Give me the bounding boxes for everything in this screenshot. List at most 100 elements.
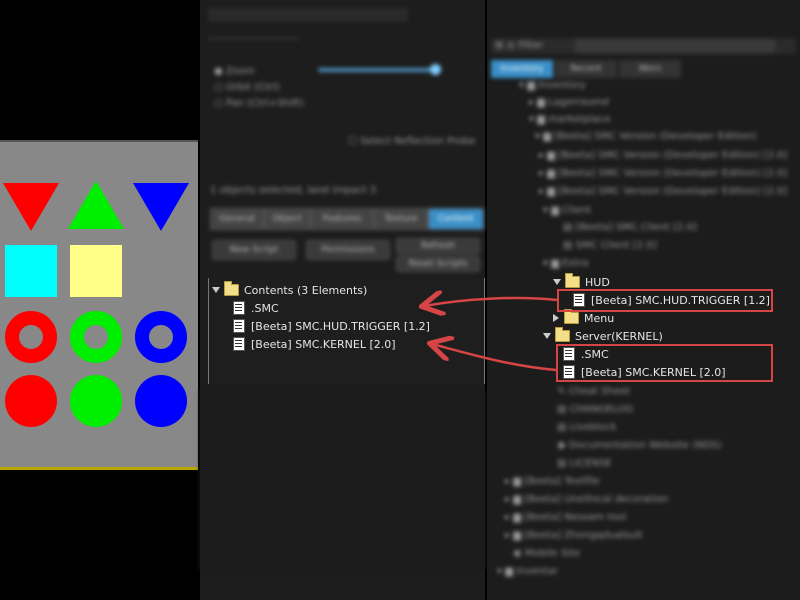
new-script-button[interactable]: New Script xyxy=(212,240,296,260)
tree-row[interactable]: ▾ ▆ [Beeta] SMC Version (Developer Editi… xyxy=(535,131,756,142)
filter-label-text: Filter xyxy=(518,40,544,51)
tree-row-label: Client xyxy=(562,205,592,216)
tree-row-label: Extra xyxy=(562,258,589,269)
expand-arrow-icon[interactable] xyxy=(212,287,220,293)
tree-row-label: [Beeta] Textfile xyxy=(524,476,600,487)
blue-circle-icon xyxy=(135,375,187,427)
tree-row[interactable]: ▸ ▆ [Beeta] Nessam tool xyxy=(505,512,626,523)
tree-row[interactable]: ▤ SMC Client [2.0] xyxy=(563,240,657,251)
tree-row[interactable]: ▸ ▆ [Beeta] Textfile xyxy=(505,476,600,487)
selection-status: 1 objects selected, land impact 3 xyxy=(210,185,377,196)
contents-item[interactable]: [Beeta] SMC.HUD.TRIGGER [1.2] xyxy=(233,317,430,335)
green-triangle-up-icon xyxy=(68,181,124,229)
tree-row[interactable]: ▤ Liveblock xyxy=(557,422,617,433)
reset-scripts-button[interactable]: Reset Scripts xyxy=(396,256,480,272)
script-icon xyxy=(233,301,245,315)
tree-row-label: [Beeta] Nessam tool xyxy=(524,512,627,523)
radio-pan-label: Pan (Ctrl+Shift) xyxy=(225,98,304,109)
reflection-probe-label: Select Reflection Probe xyxy=(360,136,476,147)
highlight-box-hud-trigger xyxy=(557,289,773,312)
tree-row[interactable]: ▾ ▆ marketplace xyxy=(529,114,610,125)
zoom-slider[interactable] xyxy=(318,68,438,72)
expand-arrow-icon[interactable] xyxy=(543,333,551,339)
radio-orbit-label: Orbit (Ctrl) xyxy=(225,82,280,93)
tab-features[interactable]: Features xyxy=(310,208,374,230)
folder-open-icon xyxy=(565,273,580,288)
tree-row-label: [Beeta] SMC Version (Developer Edition) … xyxy=(558,186,788,197)
tree-row-label: [Beeta] Unethical decoration xyxy=(524,494,669,505)
contents-item-label: [Beeta] SMC.KERNEL [2.0] xyxy=(251,337,396,351)
green-ring-icon xyxy=(70,311,122,363)
tab-content[interactable]: Content xyxy=(428,208,484,230)
build-blurred-bottom xyxy=(200,390,485,570)
refresh-button[interactable]: Refresh xyxy=(396,238,480,254)
tree-row[interactable]: ▸ ▆ [Beeta] SMC Version (Developer Editi… xyxy=(539,150,787,161)
red-circle-icon xyxy=(5,375,57,427)
tree-row[interactable]: ▤ [Beeta] SMC.Client [2.0] xyxy=(563,222,697,233)
tree-row-label: Mobile Site xyxy=(524,548,581,559)
script-icon xyxy=(233,319,245,333)
tree-row-label: Documentation Website (NDS) xyxy=(568,440,722,451)
tab-texture[interactable]: Texture xyxy=(374,208,428,230)
tree-row[interactable]: ◉ Mobile Site xyxy=(513,548,580,559)
tree-folder-label: HUD xyxy=(585,275,610,289)
tree-row[interactable]: ▸ ▆ [Beeta] Unethical decoration xyxy=(505,494,668,505)
tree-row-label: SMC Client [2.0] xyxy=(575,240,657,251)
tree-row-label: LICENSE xyxy=(569,458,612,469)
inventory-blurred-top: ⊞ ◎ Filter Inventory Recent Worn ▾ ▆ Inv… xyxy=(487,0,800,272)
permissions-button[interactable]: Permissions xyxy=(306,240,390,260)
reflection-probe-checkbox[interactable]: ☐ Select Reflection Probe xyxy=(348,136,475,147)
radio-zoom[interactable]: ● Zoom xyxy=(214,66,255,77)
tree-row-label: Lagerraumd xyxy=(548,97,609,108)
contents-item[interactable]: .SMC xyxy=(233,299,279,317)
collapse-arrow-icon[interactable] xyxy=(553,314,559,322)
zoom-slider-knob[interactable] xyxy=(430,64,441,75)
tree-folder-label: Menu xyxy=(584,311,615,325)
tree-row[interactable]: ▸ ▆ Lagerraumd xyxy=(529,97,609,108)
tree-row[interactable]: ▸ ▆ [Beeta] Zhongqdualsuit xyxy=(505,530,642,541)
filter-input[interactable] xyxy=(575,39,775,53)
tab-worn[interactable]: Worn xyxy=(619,60,681,78)
tab-general[interactable]: General xyxy=(210,208,264,230)
contents-folder-row[interactable]: Contents (3 Elements) xyxy=(212,281,367,299)
tree-row[interactable]: ◉ Documentation Website (NDS) xyxy=(557,440,722,451)
folder-open-icon xyxy=(555,327,570,342)
blue-triangle-down-icon xyxy=(133,183,189,231)
red-triangle-down-icon xyxy=(3,183,59,231)
tree-row-label: Liveblock xyxy=(569,422,617,433)
tree-row[interactable]: ▾ ▆ Inventar xyxy=(497,566,558,577)
filter-label[interactable]: ⊞ ◎ Filter xyxy=(495,40,543,51)
green-circle-icon xyxy=(70,375,122,427)
blue-ring-icon xyxy=(135,311,187,363)
yellow-square-icon xyxy=(70,245,122,297)
tree-row[interactable]: ▸ ▆ [Beeta] SMC Version (Developer Editi… xyxy=(539,186,787,197)
tree-row[interactable]: ✎ Cheat Sheet xyxy=(557,386,630,397)
tree-row[interactable]: ▤ CHANGELOG xyxy=(557,404,633,415)
hint-text: ····························· xyxy=(208,34,301,45)
folder-open-icon xyxy=(224,281,239,296)
tree-row-label: Inventory xyxy=(538,80,586,91)
contents-item[interactable]: [Beeta] SMC.KERNEL [2.0] xyxy=(233,335,396,353)
tab-object[interactable]: Object xyxy=(264,208,310,230)
tree-row-label: CHANGELOG xyxy=(569,404,634,415)
inventory-blurred-bottom: ✎ Cheat Sheet ▤ CHANGELOG ▤ Liveblock ◉ … xyxy=(487,382,800,600)
object-contents-panel: Contents (3 Elements) .SMC [Beeta] SMC.H… xyxy=(208,278,485,384)
radio-zoom-label: Zoom xyxy=(225,66,255,77)
tree-folder-server[interactable]: Server(KERNEL) xyxy=(543,327,663,345)
build-blurred-region: ····························· ● Zoom ○ O… xyxy=(200,0,485,276)
radio-orbit[interactable]: ○ Orbit (Ctrl) xyxy=(214,82,280,93)
tab-inventory[interactable]: Inventory xyxy=(491,60,553,78)
tree-row-label: Inventar xyxy=(516,566,558,577)
cyan-square-icon xyxy=(5,245,57,297)
tree-row-label: [Beeta] SMC Version (Developer Edition) … xyxy=(558,150,788,161)
tree-row[interactable]: ▤ LICENSE xyxy=(557,458,612,469)
radio-pan[interactable]: ○ Pan (Ctrl+Shift) xyxy=(214,98,304,109)
tree-row[interactable]: ▾ ▆ Client xyxy=(543,205,591,216)
folder-icon xyxy=(564,309,579,324)
tree-row[interactable]: ▾ ▆ Extra xyxy=(543,258,588,269)
tree-row[interactable]: ▸ ▆ [Beeta] SMC Version (Developer Editi… xyxy=(539,168,787,179)
tab-recent[interactable]: Recent xyxy=(555,60,617,78)
expand-arrow-icon[interactable] xyxy=(553,279,561,285)
contents-header: Contents (3 Elements) xyxy=(244,283,368,297)
tree-row[interactable]: ▾ ▆ Inventory xyxy=(519,80,586,91)
